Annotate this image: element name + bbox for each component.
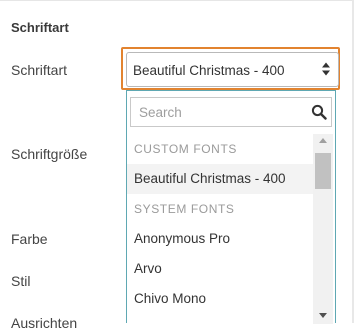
font-option-beautiful-christmas[interactable]: Beautiful Christmas - 400 — [127, 164, 313, 194]
font-size-label: Schriftgröße — [11, 146, 88, 162]
group-header-system-fonts: SYSTEM FONTS — [134, 202, 235, 216]
top-divider — [0, 0, 354, 1]
font-option-anonymous-pro[interactable]: Anonymous Pro — [127, 224, 313, 254]
font-select[interactable]: Beautiful Christmas - 400 — [126, 52, 339, 87]
font-select-value: Beautiful Christmas - 400 — [133, 63, 285, 78]
search-icon[interactable] — [311, 104, 327, 120]
dropdown-scrollbar[interactable] — [313, 134, 333, 324]
font-option-list: CUSTOM FONTS Beautiful Christmas - 400 S… — [127, 134, 313, 314]
section-title: Schriftart — [11, 20, 69, 35]
font-label: Schriftart — [11, 62, 68, 78]
scrollbar-thumb[interactable] — [315, 153, 331, 189]
font-option-arvo[interactable]: Arvo — [127, 254, 313, 284]
style-label: Stil — [11, 273, 31, 289]
align-label: Ausrichten — [11, 315, 78, 331]
scroll-down-arrow-icon[interactable] — [319, 313, 327, 318]
font-search-box[interactable] — [130, 97, 332, 127]
up-down-caret-icon — [321, 61, 331, 77]
scroll-up-arrow-icon[interactable] — [319, 138, 327, 143]
color-label: Farbe — [11, 231, 48, 247]
group-header-custom-fonts: CUSTOM FONTS — [134, 142, 237, 156]
font-dropdown: CUSTOM FONTS Beautiful Christmas - 400 S… — [126, 90, 336, 324]
font-search-input[interactable] — [131, 98, 307, 126]
font-option-chivo-mono[interactable]: Chivo Mono — [127, 284, 313, 314]
